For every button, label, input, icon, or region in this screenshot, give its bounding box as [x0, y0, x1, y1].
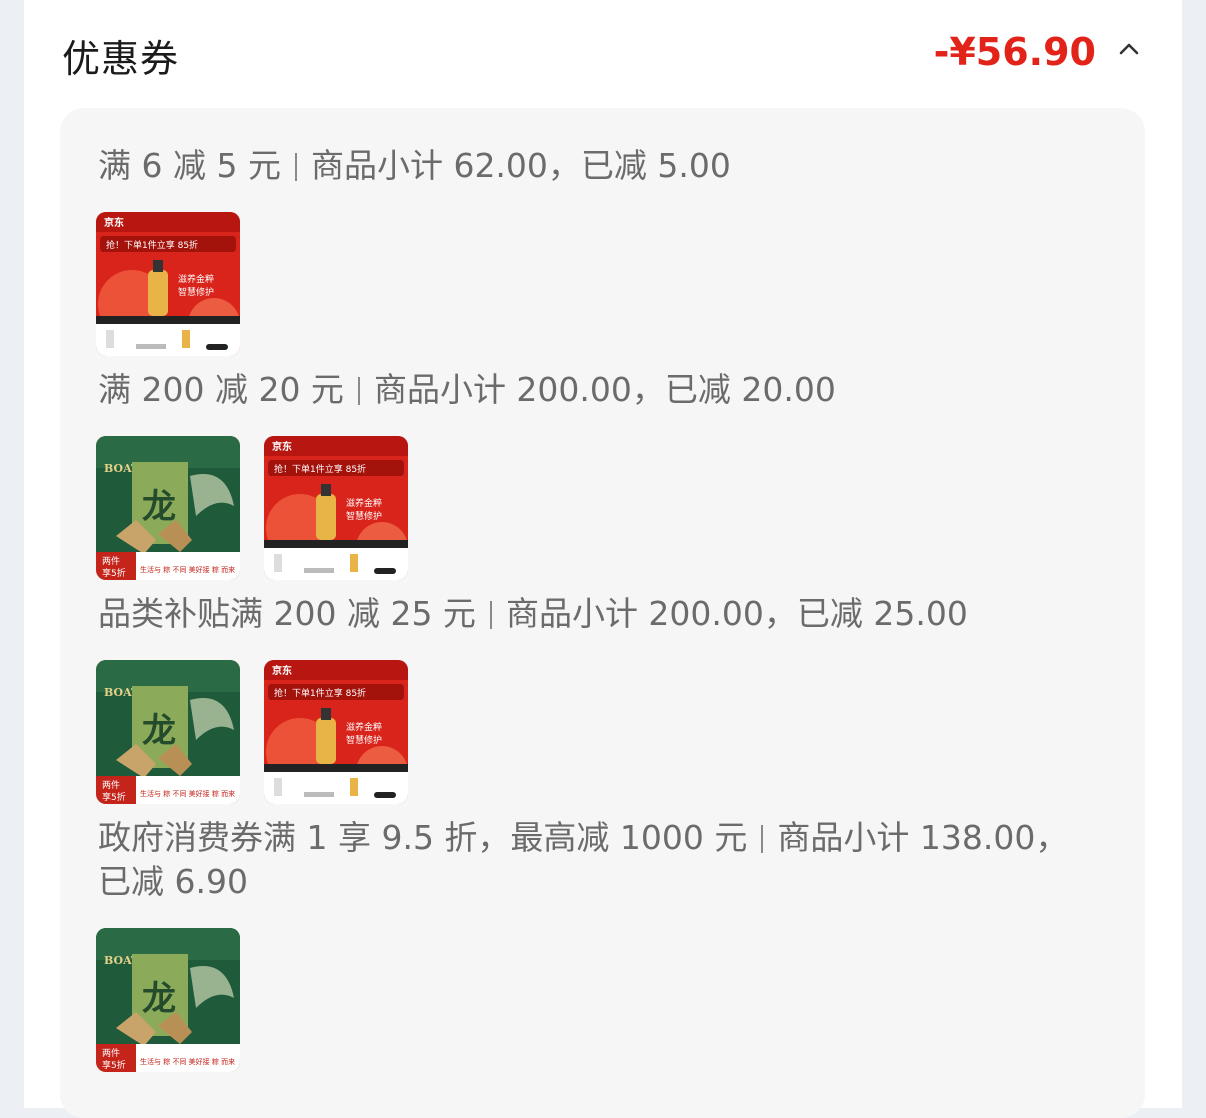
product-thumbnail[interactable]: BOAT 龙 两件 享5折 生活与 粽 不同 美好接 粽 而来: [96, 436, 240, 580]
svg-text:抢！下单1件立享 85折: 抢！下单1件立享 85折: [106, 239, 198, 251]
coupon-card: 优惠券 -¥56.90 满 6 减 5 元商品小计 62.00，已减 5.00 …: [24, 0, 1182, 1118]
coupon-rule-detail: 商品小计 200.00，已减 20.00: [373, 370, 836, 409]
svg-text:生活与 粽 不同 美好接 粽 而来: 生活与 粽 不同 美好接 粽 而来: [140, 1057, 235, 1066]
product-thumbnail[interactable]: 京东 抢！下单1件立享 85折 滋养金粹 智慧修护: [264, 660, 408, 804]
beauty-oil-product-image: 京东 抢！下单1件立享 85折 滋养金粹 智慧修护: [264, 436, 408, 580]
svg-text:享5折: 享5折: [102, 1059, 126, 1071]
coupon-rule-detail-cont: 已减 6.90: [98, 862, 248, 901]
divider: [489, 601, 492, 629]
svg-text:智慧修护: 智慧修护: [346, 734, 382, 746]
coupon-detail-panel: 满 6 减 5 元商品小计 62.00，已减 5.00 京东 抢！下单1件立享 …: [60, 108, 1145, 1118]
svg-text:龙: 龙: [142, 487, 176, 527]
product-thumbnail[interactable]: 京东 抢！下单1件立享 85折 滋养金粹 智慧修护: [264, 436, 408, 580]
coupon-title: 优惠券: [62, 37, 180, 81]
coupon-rule-detail: 商品小计 138.00，: [777, 818, 1069, 857]
product-thumbnail[interactable]: BOAT 龙 两件 享5折 生活与 粽 不同 美好接 粽 而来: [96, 660, 240, 804]
product-thumbnail[interactable]: 京东 抢！下单1件立享 85折 滋养金粹 智慧修护: [96, 212, 240, 356]
svg-text:享5折: 享5折: [102, 567, 126, 579]
divider: [357, 377, 360, 405]
svg-text:京东: 京东: [104, 216, 124, 229]
divider: [761, 825, 764, 853]
svg-text:滋养金粹: 滋养金粹: [346, 721, 382, 733]
svg-text:享5折: 享5折: [102, 791, 126, 803]
coupon-rule-4: 政府消费券满 1 享 9.5 折，最高减 1000 元商品小计 138.00， …: [98, 816, 1088, 904]
svg-text:京东: 京东: [272, 440, 292, 453]
beauty-oil-product-image: 京东 抢！下单1件立享 85折 滋养金粹 智慧修护: [264, 660, 408, 804]
divider: [294, 153, 297, 181]
svg-text:抢！下单1件立享 85折: 抢！下单1件立享 85折: [274, 687, 366, 699]
svg-text:抢！下单1件立享 85折: 抢！下单1件立享 85折: [274, 463, 366, 475]
coupon-total-discount: -¥56.90: [933, 30, 1096, 74]
svg-text:智慧修护: 智慧修护: [346, 510, 382, 522]
svg-text:龙: 龙: [142, 711, 176, 751]
svg-text:龙: 龙: [142, 979, 176, 1019]
svg-text:滋养金粹: 滋养金粹: [178, 273, 214, 285]
coupon-rule-detail: 商品小计 200.00，已减 25.00: [505, 594, 968, 633]
svg-text:京东: 京东: [272, 664, 292, 677]
svg-text:生活与 粽 不同 美好接 粽 而来: 生活与 粽 不同 美好接 粽 而来: [140, 789, 235, 798]
product-thumbnail[interactable]: BOAT 龙 两件 享5折 生活与 粽 不同 美好接 粽 而来: [96, 928, 240, 1072]
chevron-up-icon[interactable]: [1118, 38, 1140, 60]
coupon-rule-name: 政府消费券满 1 享 9.5 折，最高减 1000 元: [98, 818, 748, 857]
svg-text:两件: 两件: [102, 779, 120, 791]
svg-text:滋养金粹: 滋养金粹: [346, 497, 382, 509]
svg-text:两件: 两件: [102, 555, 120, 567]
coupon-rule-detail: 商品小计 62.00，已减 5.00: [310, 146, 731, 185]
coupon-rule-name: 满 6 减 5 元: [98, 146, 281, 185]
coupon-rule-2: 满 200 减 20 元商品小计 200.00，已减 20.00: [98, 368, 1088, 412]
zongzi-gift-box-product-image: BOAT 龙 两件 享5折 生活与 粽 不同 美好接 粽 而来: [96, 436, 240, 580]
coupon-rule-name: 满 200 减 20 元: [98, 370, 344, 409]
svg-text:智慧修护: 智慧修护: [178, 286, 214, 298]
coupon-rule-3: 品类补贴满 200 减 25 元商品小计 200.00，已减 25.00: [98, 592, 1088, 636]
beauty-oil-product-image: 京东 抢！下单1件立享 85折 滋养金粹 智慧修护: [96, 212, 240, 356]
coupon-rule-name: 品类补贴满 200 减 25 元: [98, 594, 476, 633]
zongzi-gift-box-product-image: BOAT 龙 两件 享5折 生活与 粽 不同 美好接 粽 而来: [96, 928, 240, 1072]
svg-text:两件: 两件: [102, 1047, 120, 1059]
coupon-header[interactable]: 优惠券 -¥56.90: [62, 28, 1144, 81]
zongzi-gift-box-product-image: BOAT 龙 两件 享5折 生活与 粽 不同 美好接 粽 而来: [96, 660, 240, 804]
coupon-rule-1: 满 6 减 5 元商品小计 62.00，已减 5.00: [98, 144, 1088, 188]
svg-text:生活与 粽 不同 美好接 粽 而来: 生活与 粽 不同 美好接 粽 而来: [140, 565, 235, 574]
